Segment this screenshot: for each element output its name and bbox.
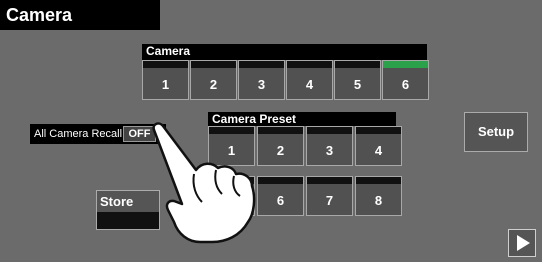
camera-button-label: 4 bbox=[305, 77, 314, 92]
page-title: Camera bbox=[0, 0, 160, 30]
preset-button-3[interactable]: 3 bbox=[306, 126, 353, 166]
camera-button-label: 6 bbox=[401, 77, 410, 92]
camera-indicator bbox=[143, 61, 188, 68]
camera-button-5[interactable]: 5 bbox=[334, 60, 381, 100]
camera-button-label: 3 bbox=[257, 77, 266, 92]
preset-button-label: 7 bbox=[325, 193, 334, 208]
next-page-button[interactable] bbox=[508, 229, 536, 257]
camera-button-3[interactable]: 3 bbox=[238, 60, 285, 100]
camera-button-label: 2 bbox=[209, 77, 218, 92]
play-right-icon bbox=[517, 235, 530, 251]
preset-button-7[interactable]: 7 bbox=[306, 176, 353, 216]
preset-indicator bbox=[307, 177, 352, 184]
camera-button-label: 1 bbox=[161, 77, 170, 92]
preset-indicator bbox=[356, 127, 401, 134]
all-camera-recall-label: All Camera Recall bbox=[34, 128, 123, 140]
camera-active-indicator bbox=[383, 61, 428, 68]
camera-indicator bbox=[239, 61, 284, 68]
pointing-hand-icon bbox=[152, 122, 256, 244]
preset-indicator bbox=[356, 177, 401, 184]
preset-button-label: 4 bbox=[374, 143, 383, 158]
camera-button-6[interactable]: 6 bbox=[382, 60, 429, 100]
camera-indicator bbox=[191, 61, 236, 68]
camera-section-label: Camera bbox=[142, 44, 427, 60]
preset-button-label: 8 bbox=[374, 193, 383, 208]
camera-indicator bbox=[287, 61, 332, 68]
camera-button-1[interactable]: 1 bbox=[142, 60, 189, 100]
preset-button-8[interactable]: 8 bbox=[355, 176, 402, 216]
setup-button[interactable]: Setup bbox=[464, 112, 528, 152]
preset-button-label: 3 bbox=[325, 143, 334, 158]
camera-indicator bbox=[335, 61, 380, 68]
preset-indicator bbox=[307, 127, 352, 134]
camera-button-2[interactable]: 2 bbox=[190, 60, 237, 100]
camera-button-4[interactable]: 4 bbox=[286, 60, 333, 100]
camera-button-label: 5 bbox=[353, 77, 362, 92]
preset-button-4[interactable]: 4 bbox=[355, 126, 402, 166]
